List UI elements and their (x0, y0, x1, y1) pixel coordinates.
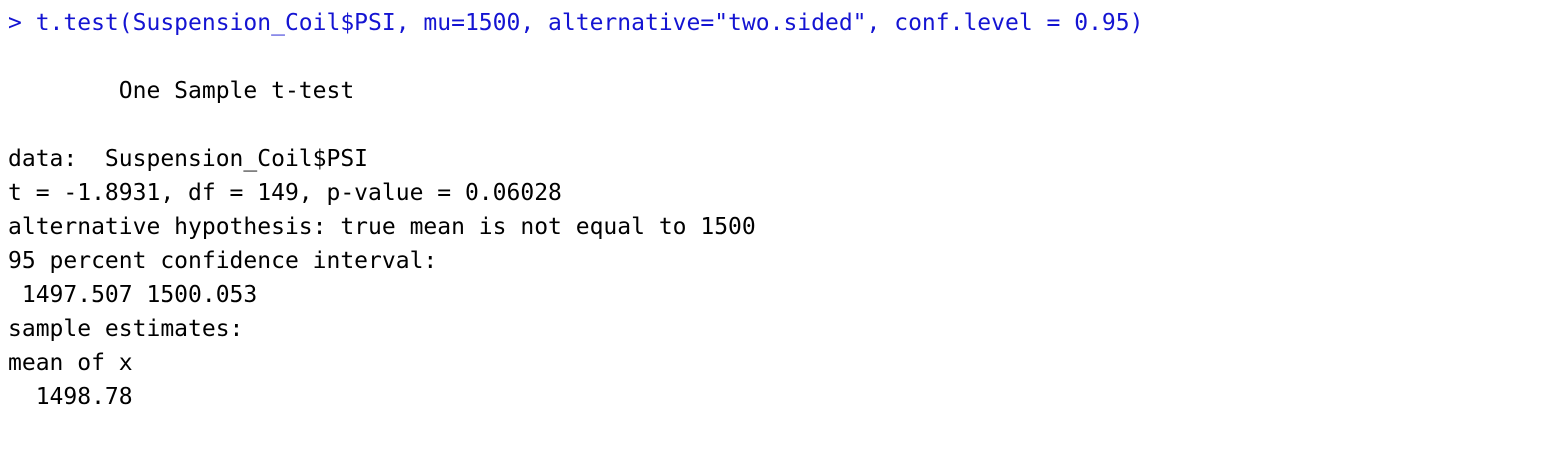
sample-estimates-label: sample estimates: (8, 316, 244, 342)
estimate-name: mean of x (8, 350, 133, 376)
confidence-interval-values: 1497.507 1500.053 (8, 282, 258, 308)
stats-line: t = -1.8931, df = 149, p-value = 0.06028 (8, 180, 562, 206)
estimate-value: 1498.78 (8, 384, 133, 410)
test-title: One Sample t-test (8, 78, 355, 104)
console-command-line: > t.test(Suspension_Coil$PSI, mu=1500, a… (8, 10, 1144, 36)
data-line: data: Suspension_Coil$PSI (8, 146, 369, 172)
confidence-interval-label: 95 percent confidence interval: (8, 248, 438, 274)
r-console[interactable]: > t.test(Suspension_Coil$PSI, mu=1500, a… (8, 6, 1541, 414)
alternative-hypothesis-line: alternative hypothesis: true mean is not… (8, 214, 756, 240)
